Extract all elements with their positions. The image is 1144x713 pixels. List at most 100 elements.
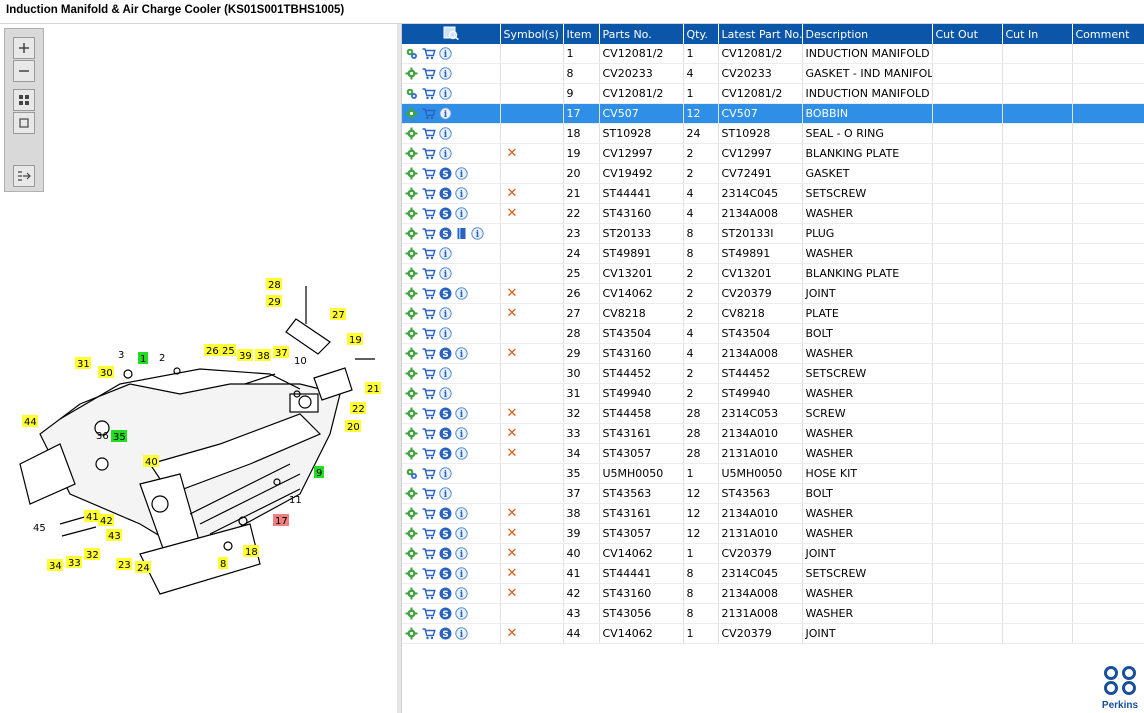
header-item[interactable]: Item: [563, 24, 600, 44]
info-icon[interactable]: i: [455, 547, 468, 560]
gear-icon[interactable]: [405, 267, 418, 280]
callout-32[interactable]: 32: [84, 548, 100, 561]
header-cut-out[interactable]: Cut Out: [932, 24, 1003, 44]
gear-icon[interactable]: [405, 587, 418, 600]
cart-icon[interactable]: [421, 167, 436, 180]
info-icon[interactable]: i: [439, 327, 452, 340]
callout-44[interactable]: 44: [22, 415, 38, 428]
info-icon[interactable]: i: [455, 627, 468, 640]
table-row[interactable]: Si ✕ 21 ST44441 4 2314C045 SETSCREW: [402, 183, 1144, 204]
callout-2[interactable]: 2: [159, 353, 165, 364]
callout-17[interactable]: 17: [273, 514, 289, 527]
cart-icon[interactable]: [421, 147, 436, 160]
table-row[interactable]: i 24 ST49891 8 ST49891 WASHER: [402, 243, 1144, 264]
cart-icon[interactable]: [421, 47, 436, 60]
table-row[interactable]: Si ✕ 32 ST44458 28 2314C053 SCREW: [402, 403, 1144, 424]
callout-22[interactable]: 22: [350, 402, 366, 415]
cart-icon[interactable]: [421, 247, 436, 260]
callout-37[interactable]: 37: [273, 346, 289, 359]
gear-icon[interactable]: [405, 507, 418, 520]
info-icon[interactable]: i: [439, 487, 452, 500]
header-description[interactable]: Description: [802, 24, 933, 44]
info-icon[interactable]: i: [439, 267, 452, 280]
callout-30[interactable]: 30: [98, 366, 114, 379]
gear-icon[interactable]: [405, 127, 418, 140]
gears-icon[interactable]: [405, 467, 418, 480]
info-icon[interactable]: i: [455, 567, 468, 580]
info-icon[interactable]: i: [439, 467, 452, 480]
table-row[interactable]: i 17 CV507 12 CV507 BOBBIN: [402, 103, 1144, 124]
callout-41[interactable]: 41: [84, 510, 100, 523]
service-s-icon[interactable]: S: [439, 447, 452, 460]
callout-45[interactable]: 45: [33, 523, 46, 534]
cart-icon[interactable]: [421, 527, 436, 540]
callout-43[interactable]: 43: [106, 529, 122, 542]
info-icon[interactable]: i: [439, 67, 452, 80]
callout-40[interactable]: 40: [143, 455, 159, 468]
callout-34[interactable]: 34: [47, 559, 63, 572]
actual-size-button[interactable]: [13, 112, 35, 134]
cart-icon[interactable]: [421, 267, 436, 280]
table-row[interactable]: Si ✕ 41 ST44441 8 2314C045 SETSCREW: [402, 563, 1144, 584]
cart-icon[interactable]: [421, 187, 436, 200]
cart-icon[interactable]: [421, 387, 436, 400]
table-row[interactable]: i 1 CV12081/2 1 CV12081/2 INDUCTION MANIFOLD: [402, 44, 1144, 64]
callout-11[interactable]: 11: [289, 495, 302, 506]
book-icon[interactable]: [455, 227, 468, 240]
table-row[interactable]: Si ✕ 42 ST43160 8 2134A008 WASHER: [402, 583, 1144, 604]
callout-42[interactable]: 42: [98, 514, 114, 527]
callout-10[interactable]: 10: [294, 356, 307, 367]
info-icon[interactable]: i: [455, 587, 468, 600]
gear-icon[interactable]: [405, 527, 418, 540]
gear-icon[interactable]: [405, 547, 418, 560]
service-s-icon[interactable]: S: [439, 227, 452, 240]
gear-icon[interactable]: [405, 607, 418, 620]
gear-icon[interactable]: [405, 307, 418, 320]
header-latest-part-no[interactable]: Latest Part No.: [718, 24, 803, 44]
table-row[interactable]: i 25 CV13201 2 CV13201 BLANKING PLATE: [402, 263, 1144, 284]
cart-icon[interactable]: [421, 67, 436, 80]
callout-27[interactable]: 27: [330, 308, 346, 321]
table-row[interactable]: i ✕ 27 CV8218 2 CV8218 PLATE: [402, 303, 1144, 324]
info-icon[interactable]: i: [439, 87, 452, 100]
info-icon[interactable]: i: [455, 607, 468, 620]
info-icon[interactable]: i: [455, 167, 468, 180]
cart-icon[interactable]: [421, 627, 436, 640]
gear-icon[interactable]: [405, 107, 418, 120]
info-icon[interactable]: i: [455, 407, 468, 420]
callout-23[interactable]: 23: [116, 558, 132, 571]
cart-icon[interactable]: [421, 547, 436, 560]
callout-29[interactable]: 29: [266, 295, 282, 308]
service-s-icon[interactable]: S: [439, 187, 452, 200]
table-row[interactable]: Si ✕ 38 ST43161 12 2134A010 WASHER: [402, 503, 1144, 524]
gear-icon[interactable]: [405, 227, 418, 240]
gear-icon[interactable]: [405, 447, 418, 460]
header-parts-no[interactable]: Parts No.: [599, 24, 684, 44]
table-row[interactable]: Si 43 ST43056 8 2131A008 WASHER: [402, 603, 1144, 624]
callout-35[interactable]: 35: [111, 430, 127, 443]
gear-icon[interactable]: [405, 427, 418, 440]
cart-icon[interactable]: [421, 507, 436, 520]
cart-icon[interactable]: [421, 587, 436, 600]
service-s-icon[interactable]: S: [439, 347, 452, 360]
header-actions[interactable]: [402, 24, 501, 44]
header-comment[interactable]: Comment: [1072, 24, 1144, 44]
cart-icon[interactable]: [421, 227, 436, 240]
gear-icon[interactable]: [405, 627, 418, 640]
exploded-diagram[interactable]: 28 29 27 19 31 30 3 1 2 26 25 39 38 37 1…: [0, 24, 397, 713]
info-icon[interactable]: i: [439, 307, 452, 320]
header-qty[interactable]: Qty.: [683, 24, 719, 44]
service-s-icon[interactable]: S: [439, 427, 452, 440]
service-s-icon[interactable]: S: [439, 207, 452, 220]
zoom-in-button[interactable]: [13, 37, 35, 59]
callout-1[interactable]: 1: [138, 352, 148, 365]
callout-19[interactable]: 19: [347, 333, 363, 346]
info-icon[interactable]: i: [439, 107, 452, 120]
cart-icon[interactable]: [421, 87, 436, 100]
service-s-icon[interactable]: S: [439, 527, 452, 540]
service-s-icon[interactable]: S: [439, 507, 452, 520]
gear-icon[interactable]: [405, 487, 418, 500]
gear-icon[interactable]: [405, 567, 418, 580]
cart-icon[interactable]: [421, 347, 436, 360]
callout-39[interactable]: 39: [237, 349, 253, 362]
